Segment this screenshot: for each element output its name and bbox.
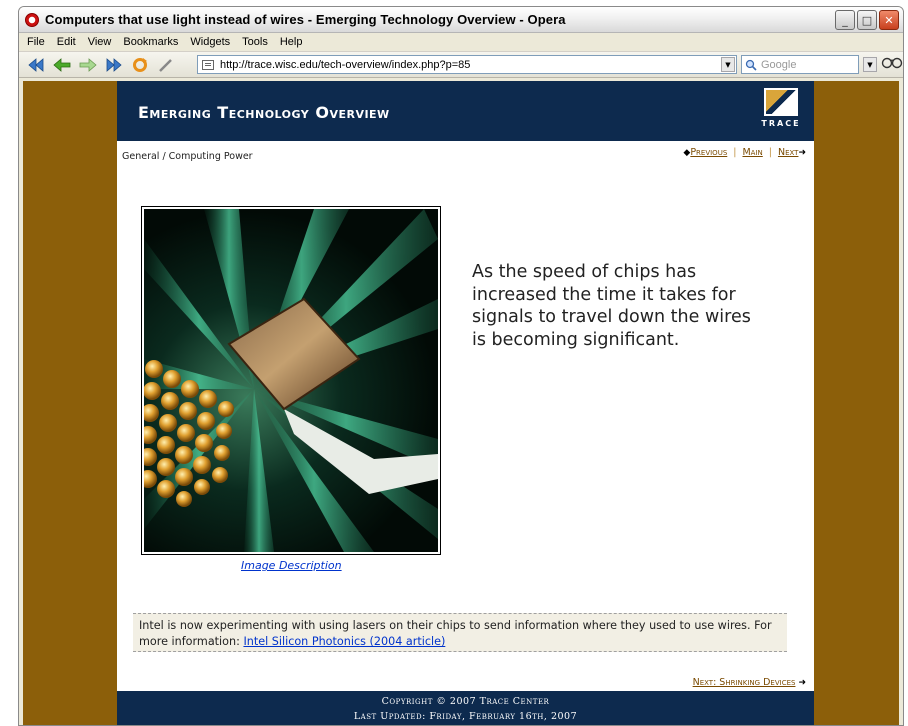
previous-link[interactable]: Previous bbox=[690, 147, 727, 158]
browser-window: Computers that use light instead of wire… bbox=[18, 6, 904, 726]
site-footer: Copyright © 2007 Trace Center Last Updat… bbox=[117, 691, 814, 725]
chip-photo bbox=[141, 206, 441, 555]
fast-forward-icon[interactable] bbox=[103, 55, 125, 75]
back-icon[interactable] bbox=[51, 55, 73, 75]
left-arrow-icon: ◆ bbox=[683, 147, 691, 158]
menu-view[interactable]: View bbox=[82, 36, 118, 48]
menu-tools[interactable]: Tools bbox=[236, 36, 274, 48]
forward-icon[interactable] bbox=[77, 55, 99, 75]
trace-logo-mark bbox=[764, 88, 798, 116]
edit-icon[interactable] bbox=[155, 55, 177, 75]
page-viewport: Emerging Technology Overview TRACE Gener… bbox=[23, 81, 899, 725]
chip-photo-image bbox=[144, 209, 438, 552]
right-arrow-icon: ➜ bbox=[798, 677, 806, 688]
next-page-link[interactable]: Next: Shrinking Devices bbox=[693, 677, 796, 688]
trace-logo[interactable]: TRACE bbox=[758, 88, 804, 134]
menu-file[interactable]: File bbox=[21, 36, 51, 48]
reload-icon[interactable] bbox=[129, 55, 151, 75]
breadcrumb: General / Computing Power bbox=[122, 151, 253, 162]
rewind-icon[interactable] bbox=[25, 55, 47, 75]
minimize-button[interactable]: _ bbox=[835, 10, 855, 30]
top-navigation: ◆ Previous | Main | Next ➜ bbox=[683, 147, 806, 158]
nav-separator: | bbox=[768, 147, 772, 158]
copyright-text: Copyright © 2007 Trace Center bbox=[381, 696, 550, 707]
window-controls: _ □ ✕ bbox=[835, 10, 899, 30]
address-input[interactable]: http://trace.wisc.edu/tech-overview/inde… bbox=[220, 59, 721, 71]
address-dropdown-button[interactable]: ▼ bbox=[721, 57, 735, 72]
menu-edit[interactable]: Edit bbox=[51, 36, 82, 48]
maximize-button[interactable]: □ bbox=[857, 10, 877, 30]
next-link[interactable]: Next bbox=[778, 147, 798, 158]
info-text: Intel is now experimenting with using la… bbox=[139, 619, 772, 648]
opera-logo-icon bbox=[25, 12, 39, 27]
right-arrow-icon: ➜ bbox=[798, 147, 806, 158]
main-link[interactable]: Main bbox=[742, 147, 762, 158]
search-icon bbox=[745, 59, 757, 71]
close-button[interactable]: ✕ bbox=[879, 10, 899, 30]
page-content: Emerging Technology Overview TRACE Gener… bbox=[117, 81, 814, 725]
menu-help[interactable]: Help bbox=[274, 36, 309, 48]
trace-logo-text: TRACE bbox=[761, 119, 801, 128]
info-box: Intel is now experimenting with using la… bbox=[133, 613, 787, 652]
nav-separator: | bbox=[733, 147, 737, 158]
search-input[interactable]: Google bbox=[761, 59, 858, 71]
title-bar: Computers that use light instead of wire… bbox=[19, 7, 903, 33]
window-title: Computers that use light instead of wire… bbox=[45, 12, 566, 27]
last-updated-text: Last Updated: Friday, February 16th, 200… bbox=[353, 711, 578, 722]
glasses-icon[interactable] bbox=[881, 54, 903, 74]
image-description-link[interactable]: Image Description bbox=[241, 559, 342, 572]
navigation-toolbar: http://trace.wisc.edu/tech-overview/inde… bbox=[19, 52, 903, 78]
menu-bar: File Edit View Bookmarks Widgets Tools H… bbox=[19, 33, 903, 52]
menu-bookmarks[interactable]: Bookmarks bbox=[117, 36, 184, 48]
search-engine-dropdown[interactable]: ▼ bbox=[863, 57, 877, 72]
search-box[interactable]: Google bbox=[741, 55, 859, 74]
intel-article-link[interactable]: Intel Silicon Photonics (2004 article) bbox=[243, 635, 445, 648]
page-icon bbox=[202, 59, 214, 70]
bottom-navigation: Next: Shrinking Devices ➜ bbox=[693, 677, 806, 688]
menu-widgets[interactable]: Widgets bbox=[184, 36, 236, 48]
site-header: Emerging Technology Overview TRACE bbox=[117, 81, 814, 141]
main-statement: As the speed of chips has increased the … bbox=[472, 262, 751, 350]
address-bar[interactable]: http://trace.wisc.edu/tech-overview/inde… bbox=[197, 55, 737, 74]
site-title: Emerging Technology Overview bbox=[138, 103, 390, 122]
